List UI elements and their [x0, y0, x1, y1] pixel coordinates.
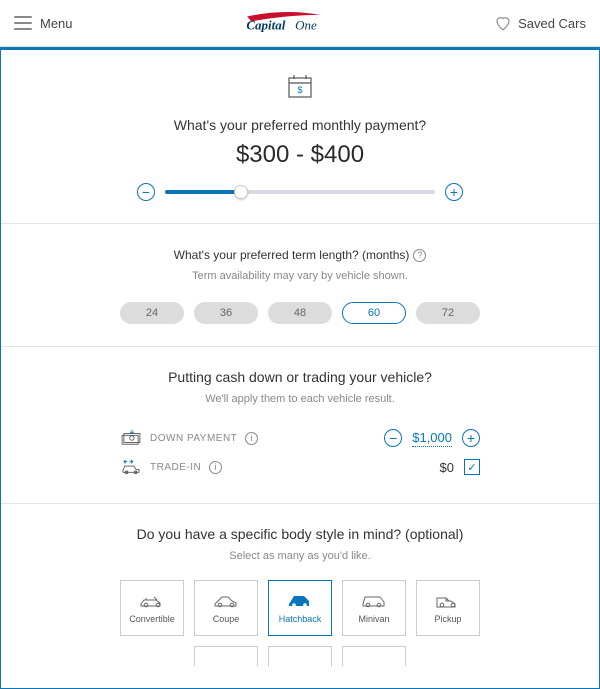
body-card-hatchback[interactable]: Hatchback [268, 580, 332, 636]
term-question: What's your preferred term length? (mont… [174, 248, 427, 262]
body-style-grid: Convertible Coupe Hatchback Minivan Pickup [110, 580, 490, 636]
payment-range-value: $300 - $400 [21, 141, 579, 169]
term-pills: 24 36 48 60 72 [21, 302, 579, 324]
body-card-coupe[interactable]: Coupe [194, 580, 258, 636]
body-hint: Select as many as you'd like. [21, 550, 579, 562]
help-icon[interactable]: i [209, 461, 222, 474]
capital-one-logo: Capital One [235, 10, 333, 36]
body-question: Do you have a specific body style in min… [21, 526, 579, 542]
payment-slider-row: − + [21, 183, 579, 201]
body-card-placeholder[interactable] [268, 646, 332, 666]
term-pill-36[interactable]: 36 [194, 302, 258, 324]
term-pill-60[interactable]: 60 [342, 302, 406, 324]
trade-in-label: TRADE-IN [150, 462, 201, 473]
term-pill-48[interactable]: 48 [268, 302, 332, 324]
body-card-placeholder[interactable] [194, 646, 258, 666]
body-card-label: Minivan [358, 614, 389, 624]
cash-section: Putting cash down or trading your vehicl… [1, 347, 599, 504]
car-minivan-icon [357, 592, 391, 608]
car-hatchback-icon [283, 592, 317, 608]
heart-icon [494, 14, 512, 32]
svg-text:Capital: Capital [246, 18, 285, 33]
cash-title: Putting cash down or trading your vehicl… [21, 369, 579, 385]
payment-question: What's your preferred monthly payment? [21, 117, 579, 133]
trade-in-label-group: TRADE-IN i [120, 459, 222, 475]
down-payment-label: DOWN PAYMENT [150, 433, 237, 444]
trade-in-car-icon [120, 459, 142, 475]
body-style-grid-row2 [110, 646, 490, 666]
term-hint: Term availability may vary by vehicle sh… [21, 270, 579, 282]
calendar-dollar-icon: $ [286, 72, 314, 100]
body-style-section: Do you have a specific body style in min… [1, 504, 599, 688]
down-minus-button[interactable]: − [384, 429, 402, 447]
body-card-placeholder[interactable] [342, 646, 406, 666]
trade-in-control: $0 ✓ [440, 459, 480, 475]
body-card-label: Pickup [434, 614, 461, 624]
body-card-minivan[interactable]: Minivan [342, 580, 406, 636]
term-pill-72[interactable]: 72 [416, 302, 480, 324]
saved-label: Saved Cars [518, 16, 586, 31]
body-card-label: Coupe [213, 614, 240, 624]
term-section: What's your preferred term length? (mont… [1, 224, 599, 347]
car-pickup-icon [431, 592, 465, 608]
payment-minus-button[interactable]: − [137, 183, 155, 201]
down-payment-label-group: DOWN PAYMENT i [120, 430, 258, 446]
term-pill-24[interactable]: 24 [120, 302, 184, 324]
payment-plus-button[interactable]: + [445, 183, 463, 201]
down-plus-button[interactable]: + [462, 429, 480, 447]
down-payment-control: − $1,000 + [384, 429, 480, 447]
trade-in-checkbox[interactable]: ✓ [464, 459, 480, 475]
svg-text:$: $ [297, 85, 302, 95]
body-card-label: Hatchback [279, 614, 322, 624]
menu-label: Menu [40, 16, 73, 31]
cash-stack-icon [120, 430, 142, 446]
slider-fill [165, 190, 241, 194]
trade-in-value: $0 [440, 460, 454, 475]
down-payment-value[interactable]: $1,000 [412, 430, 452, 447]
top-header: Menu Capital One Saved Cars [0, 0, 600, 47]
down-payment-row: DOWN PAYMENT i − $1,000 + [120, 423, 480, 453]
body-card-convertible[interactable]: Convertible [120, 580, 184, 636]
body-card-pickup[interactable]: Pickup [416, 580, 480, 636]
slider-thumb[interactable] [234, 185, 248, 199]
car-convertible-icon [135, 592, 169, 608]
body-card-label: Convertible [129, 614, 175, 624]
menu-button[interactable]: Menu [14, 16, 73, 31]
hamburger-icon [14, 16, 32, 30]
trade-in-row: TRADE-IN i $0 ✓ [120, 453, 480, 481]
svg-text:One: One [295, 18, 317, 33]
payment-slider[interactable] [165, 190, 435, 194]
saved-cars-button[interactable]: Saved Cars [494, 14, 586, 32]
main-panel: $ What's your preferred monthly payment?… [0, 47, 600, 689]
payment-section: $ What's your preferred monthly payment?… [1, 50, 599, 224]
help-icon[interactable]: ? [413, 249, 426, 262]
cash-hint: We'll apply them to each vehicle result. [21, 393, 579, 405]
car-coupe-icon [209, 592, 243, 608]
help-icon[interactable]: i [245, 432, 258, 445]
